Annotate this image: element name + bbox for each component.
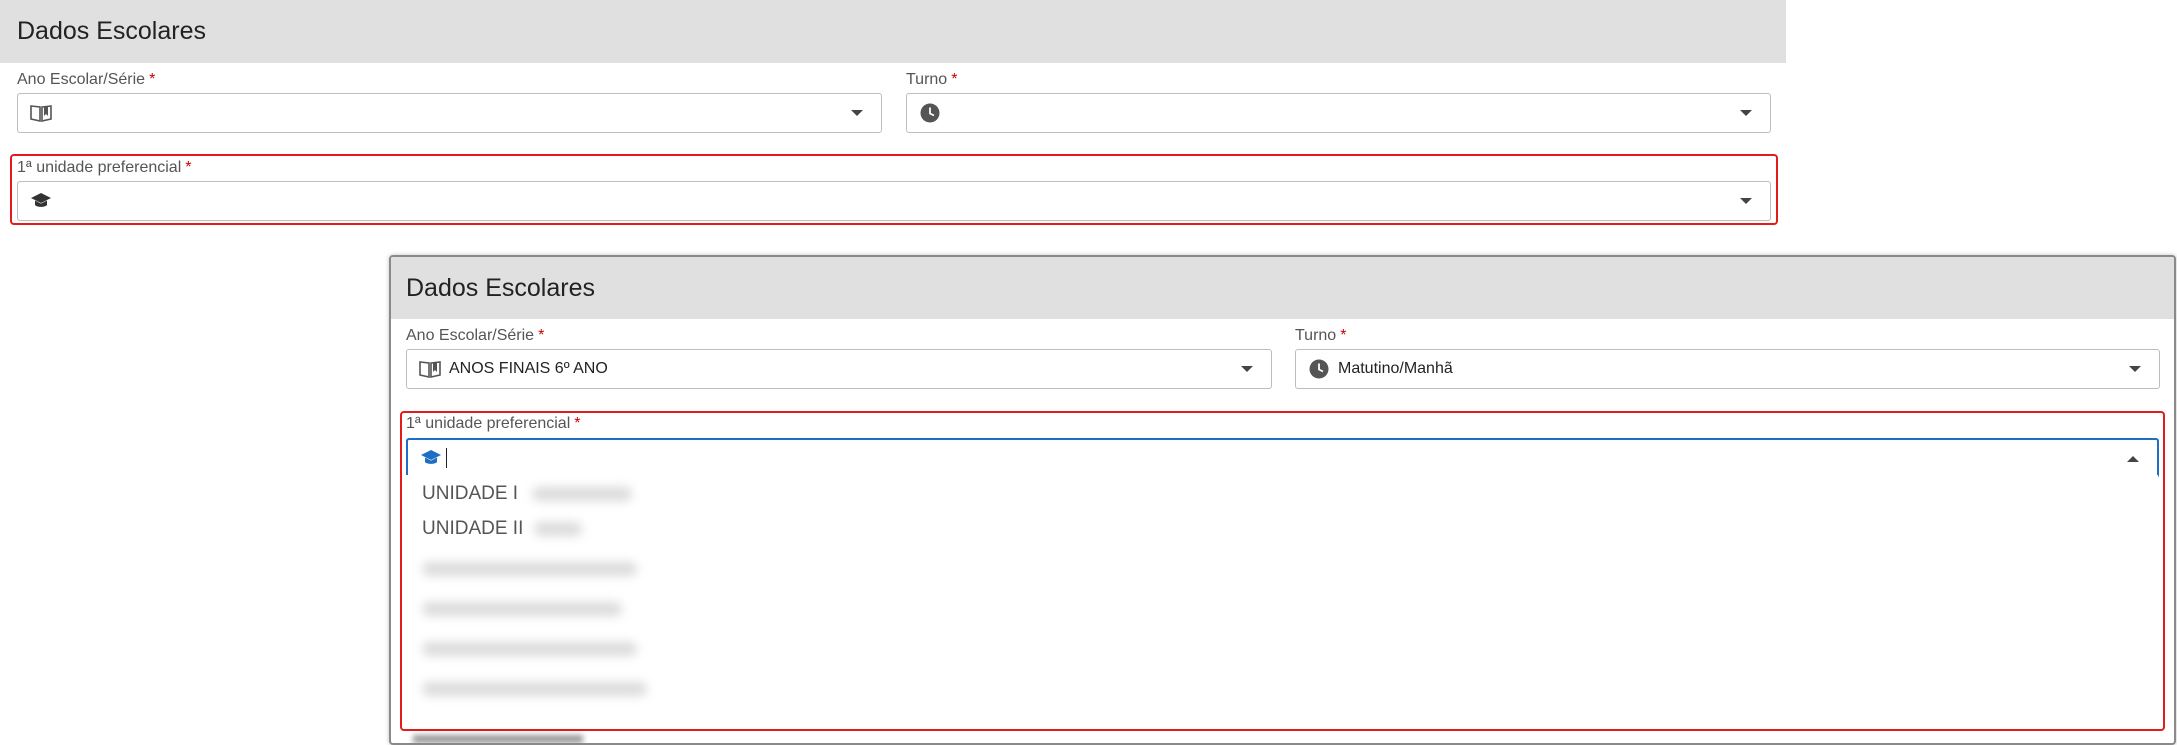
bottom-form-panel: Dados Escolares Ano Escolar/Série * ANOS … — [389, 255, 2176, 745]
section-title: Dados Escolares — [17, 17, 206, 45]
chevron-down-icon[interactable] — [1241, 366, 1253, 372]
turno-select[interactable] — [906, 93, 1771, 133]
chevron-down-icon[interactable] — [1740, 110, 1752, 116]
chevron-up-icon[interactable] — [2127, 456, 2139, 462]
section-header: Dados Escolares — [0, 0, 1786, 63]
redacted-text — [532, 487, 632, 501]
chevron-down-icon[interactable] — [2129, 366, 2141, 372]
clock-icon — [919, 102, 941, 124]
redacted-option[interactable] — [422, 642, 637, 656]
ano-select[interactable]: ANOS FINAIS 6º ANO — [406, 349, 1272, 389]
turno-value: Matutino/Manhã — [1338, 360, 1453, 377]
ano-label: Ano Escolar/Série * — [17, 71, 156, 88]
section-header: Dados Escolares — [391, 257, 2174, 319]
book-open-icon — [419, 358, 441, 380]
chevron-down-icon[interactable] — [1740, 198, 1752, 204]
ano-label: Ano Escolar/Série * — [406, 327, 545, 344]
ano-select[interactable] — [17, 93, 882, 133]
unidade-label: 1ª unidade preferencial * — [406, 415, 581, 432]
unidade-select[interactable] — [17, 181, 1771, 221]
top-form-panel: Dados Escolares Ano Escolar/Série * Turno… — [0, 0, 1786, 262]
graduation-cap-icon — [420, 447, 442, 469]
clock-icon — [1308, 358, 1330, 380]
book-open-icon — [30, 102, 52, 124]
turno-select[interactable]: Matutino/Manhã — [1295, 349, 2160, 389]
text-cursor — [446, 448, 447, 468]
redacted-text — [413, 735, 583, 743]
redacted-option[interactable] — [422, 602, 622, 616]
unidade-label: 1ª unidade preferencial * — [17, 159, 192, 176]
chevron-down-icon[interactable] — [851, 110, 863, 116]
dropdown-option[interactable]: UNIDADE I — [422, 483, 632, 505]
dropdown-option[interactable]: UNIDADE II — [422, 518, 582, 540]
section-title: Dados Escolares — [406, 273, 595, 302]
redacted-text — [534, 522, 582, 536]
redacted-option[interactable] — [422, 562, 637, 576]
redacted-option[interactable] — [422, 682, 647, 696]
turno-label: Turno * — [906, 71, 958, 88]
unidade-select[interactable] — [406, 438, 2159, 478]
graduation-cap-icon — [30, 190, 52, 212]
turno-label: Turno * — [1295, 327, 1347, 344]
unidade-dropdown-list: UNIDADE I UNIDADE II — [405, 475, 2158, 733]
ano-value: ANOS FINAIS 6º ANO — [449, 360, 608, 377]
